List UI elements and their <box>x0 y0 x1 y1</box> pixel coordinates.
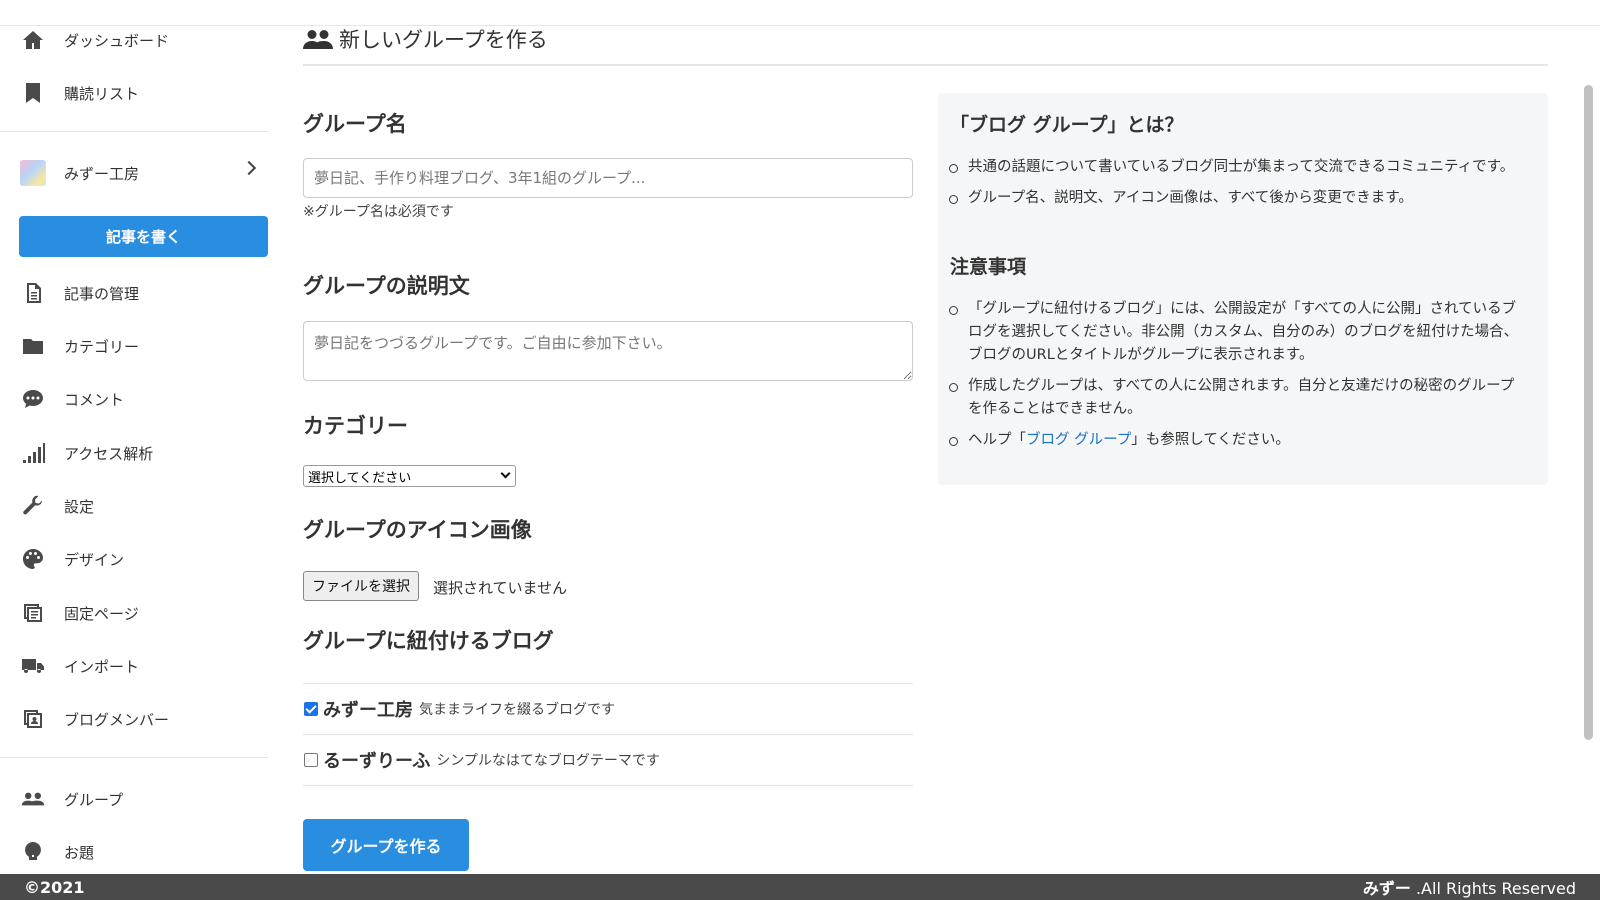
home-icon <box>20 27 46 53</box>
sidebar-item-label: インポート <box>64 657 140 676</box>
blog-description: シンプルなはてなブログテーマです <box>436 753 660 769</box>
sidebar-item-import[interactable]: インポート <box>0 644 268 688</box>
page-scrollbar[interactable] <box>1584 85 1593 740</box>
main-content: 新しいグループを作る グループ名 ※グループ名は必須です グループの説明文 カテ… <box>303 18 1548 874</box>
topic-icon <box>20 839 46 865</box>
footer-rights: みずー .All Rights Reserved <box>1363 875 1576 899</box>
sidebar-item-label: 固定ページ <box>64 604 139 623</box>
info-heading-notes: 注意事項 <box>950 256 1027 278</box>
sidebar-item-group[interactable]: グループ <box>0 777 268 821</box>
sidebar-item-category[interactable]: カテゴリー <box>0 324 268 368</box>
sidebar-divider <box>0 131 268 132</box>
title-divider <box>303 64 1548 66</box>
sidebar-item-label: デザイン <box>64 550 125 569</box>
sidebar-item-label: みずー工房 <box>64 164 140 183</box>
palette-icon <box>20 546 46 572</box>
info-panel: 「ブログ グループ」とは？ 共通の話題について書いているブログ同士が集まって交流… <box>938 93 1548 485</box>
wrench-icon <box>20 493 46 519</box>
pages-icon <box>20 600 46 626</box>
sidebar-item-topic[interactable]: お題 <box>0 830 268 874</box>
list-item: 共通の話題について書いているブログ同士が集まって交流できるコミュニティです。 <box>949 156 1528 179</box>
chevron-right-icon <box>241 160 257 176</box>
comment-icon <box>20 386 46 412</box>
category-selected-value: 選択してください <box>308 470 412 486</box>
page-title-text: 新しいグループを作る <box>339 28 548 52</box>
sidebar-item-label: ダッシュボード <box>64 31 170 50</box>
group-name-input[interactable] <box>303 158 913 198</box>
sidebar-item-label: 記事の管理 <box>64 284 140 303</box>
group-name-heading: グループ名 <box>303 112 407 136</box>
write-article-button[interactable]: 記事を書く <box>19 216 268 257</box>
footer-owner: みずー <box>1362 879 1411 898</box>
category-select[interactable]: 選択してください <box>303 465 516 487</box>
truck-icon <box>20 653 46 679</box>
list-item: 作成したグループは、すべての人に公開されます。自分と友達だけの秘密のグループを作… <box>949 375 1528 421</box>
blog-checkbox[interactable] <box>304 702 318 716</box>
group-icon <box>303 30 333 49</box>
icon-image-heading: グループのアイコン画像 <box>303 518 532 542</box>
chevron-down-icon <box>500 468 511 479</box>
blog-name: るーずりーふ <box>323 751 431 772</box>
sidebar-item-comments[interactable]: コメント <box>0 377 268 421</box>
help-suffix: 」も参照してください。 <box>1131 432 1290 448</box>
bookmark-icon <box>20 80 46 106</box>
sidebar-item-blog[interactable]: みずー工房 <box>0 151 268 195</box>
sidebar-item-analytics[interactable]: アクセス解析 <box>0 431 268 475</box>
create-group-button[interactable]: グループを作る <box>303 819 469 871</box>
sidebar: ダッシュボード 購読リスト みずー工房 記事を書く 記事の管理 カテゴリー コメ… <box>0 18 268 874</box>
blog-name: みずー工房 <box>323 700 413 721</box>
file-status-text: 選択されていません <box>433 579 568 597</box>
file-select-button[interactable]: ファイルを選択 <box>303 571 419 601</box>
sidebar-divider <box>0 757 268 758</box>
sidebar-item-articles[interactable]: 記事の管理 <box>0 271 268 315</box>
sidebar-item-subscriptions[interactable]: 購読リスト <box>0 71 268 115</box>
footer-rights-text: .All Rights Reserved <box>1410 879 1576 898</box>
footer: ©2021 みずー .All Rights Reserved <box>0 874 1600 900</box>
sidebar-item-settings[interactable]: 設定 <box>0 484 268 528</box>
blog-description: 気ままライフを綴るブログです <box>419 702 615 718</box>
description-textarea[interactable] <box>303 321 913 381</box>
info-list-about: 共通の話題について書いているブログ同士が集まって交流できるコミュニティです。 グ… <box>949 156 1528 218</box>
blog-group-help-link[interactable]: ブログ グループ <box>1026 432 1131 448</box>
sidebar-item-label: グループ <box>64 790 124 809</box>
linked-blogs-heading: グループに紐付けるブログ <box>303 629 554 653</box>
sidebar-item-label: 購読リスト <box>64 84 140 103</box>
folder-icon <box>20 333 46 359</box>
sidebar-item-design[interactable]: デザイン <box>0 537 268 581</box>
list-item: グループ名、説明文、アイコン画像は、すべて後から変更できます。 <box>949 187 1528 210</box>
page-title: 新しいグループを作る <box>303 24 548 54</box>
blog-row[interactable]: るーずりーふ シンプルなはてなブログテーマです <box>303 734 913 785</box>
document-icon <box>20 280 46 306</box>
sidebar-item-label: コメント <box>64 390 125 409</box>
sidebar-item-label: ブログメンバー <box>64 710 170 729</box>
list-item-help: ヘルプ「ブログ グループ」も参照してください。 <box>949 429 1528 452</box>
signal-bars-icon <box>20 440 46 466</box>
info-list-notes: 「グループに紐付けるブログ」には、公開設定が「すべての人に公開」されているブログ… <box>949 298 1528 460</box>
group-icon <box>20 786 46 812</box>
help-prefix: ヘルプ「 <box>968 432 1026 448</box>
blog-list-divider <box>303 785 913 786</box>
copyright: ©2021 <box>24 877 85 897</box>
sidebar-item-label: カテゴリー <box>64 337 140 356</box>
sidebar-item-label: アクセス解析 <box>64 444 154 463</box>
sidebar-item-label: 設定 <box>64 497 95 516</box>
description-heading: グループの説明文 <box>303 274 470 298</box>
member-icon <box>20 706 46 732</box>
category-heading: カテゴリー <box>303 414 408 438</box>
list-item: 「グループに紐付けるブログ」には、公開設定が「すべての人に公開」されているブログ… <box>949 298 1528 367</box>
info-heading-about: 「ブログ グループ」とは？ <box>950 114 1184 136</box>
blog-checkbox[interactable] <box>304 753 318 767</box>
sidebar-item-label: お題 <box>64 843 95 862</box>
blog-row[interactable]: みずー工房 気ままライフを綴るブログです <box>303 683 913 734</box>
sidebar-item-members[interactable]: ブログメンバー <box>0 697 268 741</box>
group-name-required-note: ※グループ名は必須です <box>303 204 454 220</box>
sidebar-item-pages[interactable]: 固定ページ <box>0 591 268 635</box>
blog-thumbnail <box>20 160 46 186</box>
sidebar-item-dashboard[interactable]: ダッシュボード <box>0 18 268 62</box>
